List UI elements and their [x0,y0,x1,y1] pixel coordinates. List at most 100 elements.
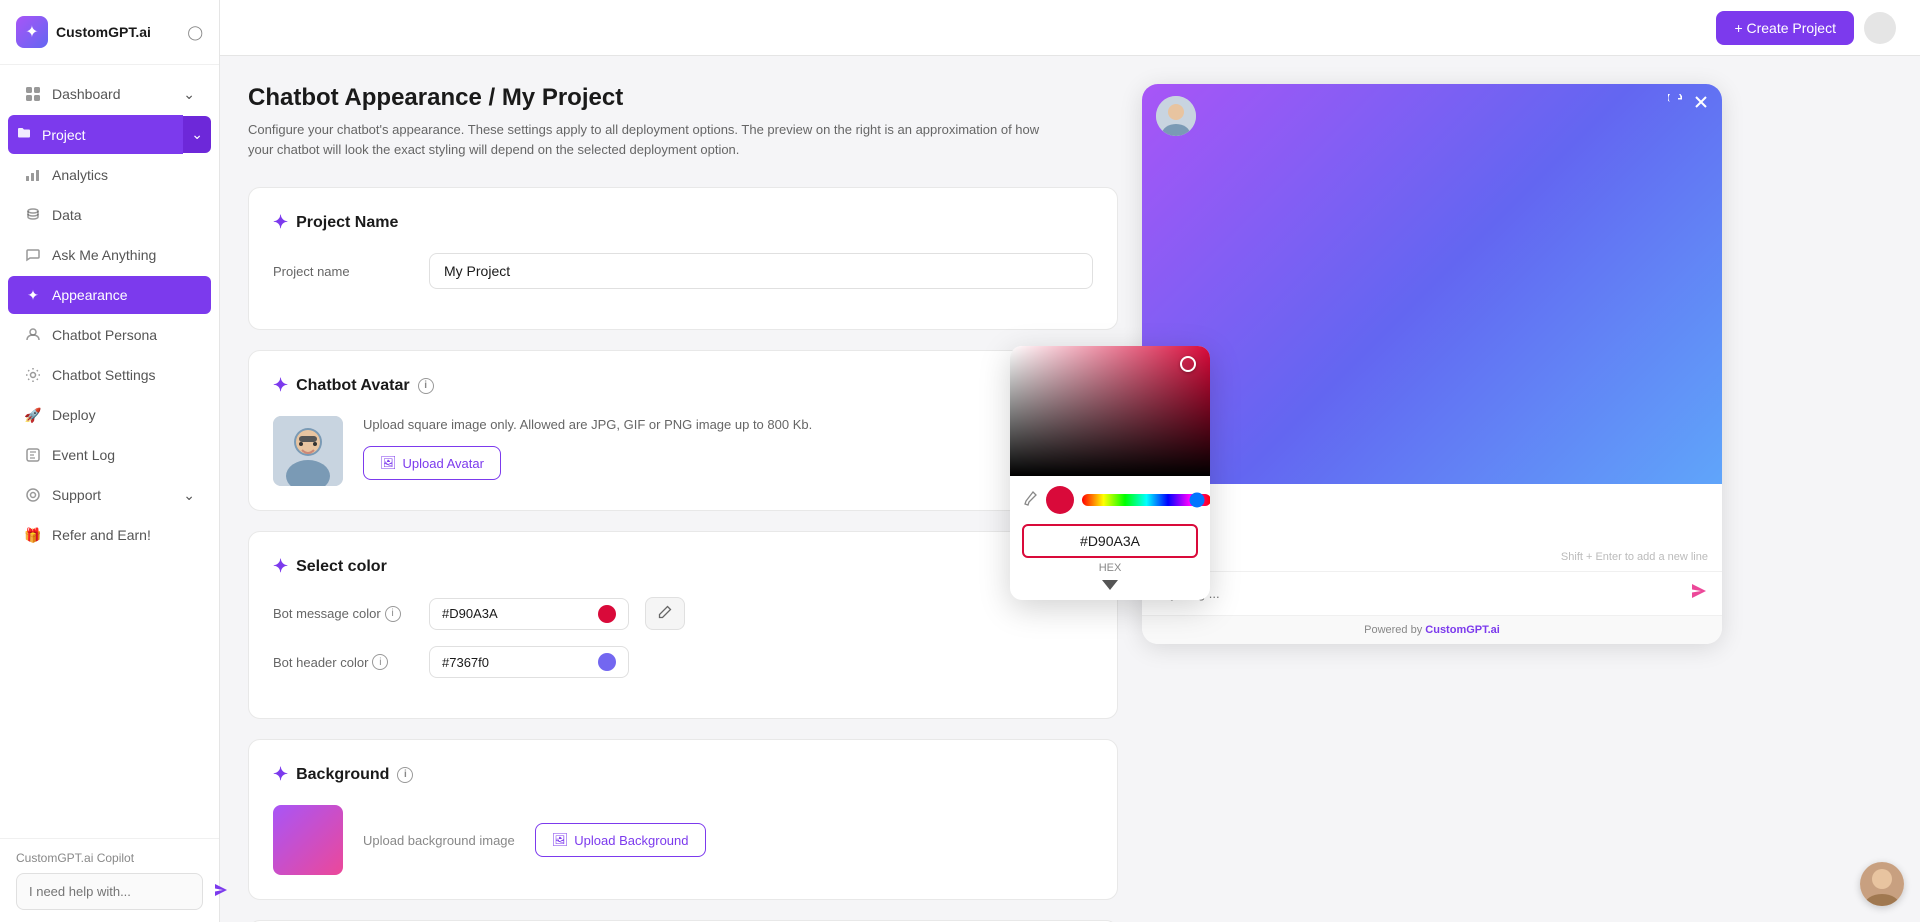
bot-message-color-row: Bot message color i #D90A3A [273,597,1093,630]
support-icon [24,486,42,504]
sidebar-item-deploy[interactable]: 🚀 Deploy [8,396,211,434]
sidebar-item-chatbot-settings[interactable]: Chatbot Settings [8,356,211,394]
bot-message-color-info-icon[interactable]: i [385,606,401,622]
picker-arrow-up-icon [1102,580,1118,590]
sidebar-item-label-chatbot-settings: Chatbot Settings [52,367,156,383]
project-name-row: Project name [273,253,1093,289]
content-area: Chatbot Appearance / My Project Configur… [220,56,1920,922]
copilot-input-wrap[interactable] [16,873,203,910]
topbar-avatar-placeholder [1864,12,1896,44]
background-info-icon[interactable]: i [397,767,413,783]
preview-chat-input[interactable] [1156,586,1682,601]
bot-header-color-field[interactable]: #7367f0 [429,646,629,678]
sidebar-item-refer-earn[interactable]: 🎁 Refer and Earn! [8,516,211,554]
sparkle-icon: ✦ [24,286,42,304]
bot-header-color-dot [598,653,616,671]
sidebar-item-label-analytics: Analytics [52,167,108,183]
page-description: Configure your chatbot's appearance. The… [248,120,1048,159]
preview-send-icon[interactable] [1690,582,1708,605]
picker-arrow [1022,580,1198,590]
sidebar-item-analytics[interactable]: Analytics [8,156,211,194]
eyedropper-icon[interactable] [1022,490,1038,511]
section-title-select-color: ✦ Select color [273,556,1093,577]
copilot-section: CustomGPT.ai Copilot [0,838,219,922]
bot-header-color-row: Bot header color i #7367f0 [273,646,1093,678]
project-main-button[interactable]: Project [8,115,183,154]
sidebar-item-label-data: Data [52,207,82,223]
preview-input-area[interactable] [1142,571,1722,615]
preview-footer-brand: CustomGPT.ai [1425,624,1500,636]
preview-messages-area [1142,484,1722,551]
avatar-content: Upload square image only. Allowed are JP… [273,416,1093,486]
right-panel: Shift + Enter to add a new line Powered … [1142,84,1722,894]
sidebar-item-ask-me-anything[interactable]: Ask Me Anything [8,236,211,274]
sidebar-item-label-support: Support [52,487,101,503]
notification-bell-icon[interactable]: ◯ [187,24,203,41]
log-icon [24,446,42,464]
avatar-description: Upload square image only. Allowed are JP… [363,416,1093,434]
sidebar-nav: Dashboard ⌄ Project ⌄ Analytics Da [0,65,219,838]
project-name-input[interactable] [429,253,1093,289]
data-icon [24,206,42,224]
picker-color-swatch [1046,486,1074,514]
avatar-info: Upload square image only. Allowed are JP… [363,416,1093,480]
floating-avatar[interactable] [1860,862,1904,906]
sidebar-item-label-refer-earn: Refer and Earn! [52,527,151,543]
background-preview [273,805,343,875]
color-edit-button[interactable] [645,597,685,630]
sidebar-item-data[interactable]: Data [8,196,211,234]
upload-bg-icon: 🖼 [552,832,569,848]
chevron-down-icon: ⌄ [183,86,195,103]
sidebar-item-label-deploy: Deploy [52,407,96,423]
color-picker-dot[interactable] [1180,356,1196,372]
create-project-button[interactable]: + Create Project [1716,11,1854,45]
chatbot-avatar-info-icon[interactable]: i [418,378,434,394]
settings-icon [24,366,42,384]
select-color-section-icon: ✦ [273,556,288,577]
copilot-label: CustomGPT.ai Copilot [16,851,203,865]
color-gradient-canvas[interactable] [1010,346,1210,476]
preview-footer: Powered by CustomGPT.ai [1142,615,1722,644]
background-content: Upload background image 🖼 Upload Backgro… [273,805,1093,875]
hex-input[interactable] [1034,533,1186,549]
analytics-icon [24,166,42,184]
hue-slider[interactable] [1082,494,1210,506]
sidebar-item-dashboard[interactable]: Dashboard ⌄ [8,75,211,113]
upload-background-button[interactable]: 🖼 Upload Background [535,823,706,857]
section-title-project-name: ✦ Project Name [273,212,1093,233]
bot-message-color-field[interactable]: #D90A3A [429,598,629,630]
preview-topbar [1142,84,1722,125]
sidebar: ✦ CustomGPT.ai ◯ Dashboard ⌄ Project ⌄ [0,0,220,922]
logo-text: CustomGPT.ai [56,24,151,40]
copilot-input[interactable] [29,884,205,899]
section-chatbot-avatar: ✦ Chatbot Avatar i Upload square image o… [248,350,1118,511]
sidebar-item-support[interactable]: Support ⌄ [8,476,211,514]
left-panel: Chatbot Appearance / My Project Configur… [248,84,1118,894]
folder-icon [16,125,32,144]
main-area: + Create Project Chatbot Appearance / My… [220,0,1920,922]
preview-close-button[interactable] [1694,95,1708,114]
preview-refresh-button[interactable] [1668,94,1684,115]
upload-avatar-icon: 🖼 [380,455,397,471]
color-picker-popup: ⋮ HEX [1010,346,1210,600]
sidebar-item-label-appearance: Appearance [52,287,128,303]
section-title-chatbot-avatar: ✦ Chatbot Avatar i [273,375,1093,396]
gift-icon: 🎁 [24,526,42,544]
bot-message-color-value: #D90A3A [442,606,590,621]
sidebar-item-chatbot-persona[interactable]: Chatbot Persona [8,316,211,354]
sidebar-item-label-project: Project [42,127,86,143]
section-project-name: ✦ Project Name Project name [248,187,1118,330]
avatar-preview [273,416,343,486]
sidebar-logo: ✦ CustomGPT.ai ◯ [0,0,219,65]
sidebar-item-appearance[interactable]: ✦ Appearance [8,276,211,314]
chatbot-avatar-section-icon: ✦ [273,375,288,396]
bot-header-color-info-icon[interactable]: i [372,654,388,670]
project-name-label: Project name [273,264,413,279]
background-upload-label: Upload background image [363,833,515,848]
preview-input-hint: Shift + Enter to add a new line [1142,551,1722,571]
sidebar-item-project: Project ⌄ [0,115,219,154]
sidebar-item-event-log[interactable]: Event Log [8,436,211,474]
upload-avatar-button[interactable]: 🖼 Upload Avatar [363,446,501,480]
message-icon [24,246,42,264]
project-chevron-button[interactable]: ⌄ [183,116,211,153]
